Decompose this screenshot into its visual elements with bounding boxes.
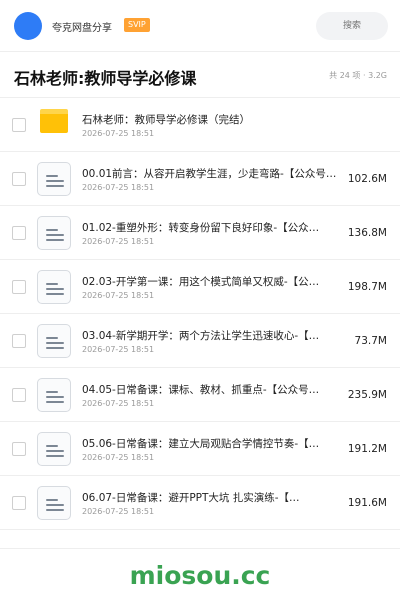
- item-date: 2026-07-25 18:51: [82, 291, 155, 300]
- item-name: 石林老师：教师导学必修课（完结）: [82, 114, 250, 126]
- item-name: 00.01前言：从容开启教学生涯，少走弯路-【公众号…: [82, 168, 337, 180]
- avatar[interactable]: [14, 12, 42, 40]
- watermark-logo: miosou.cc: [129, 561, 271, 590]
- item-date: 2026-07-25 18:51: [82, 183, 155, 192]
- select-checkbox[interactable]: [12, 388, 26, 402]
- item-name: 05.06-日常备课：建立大局观贴合学情控节奏-【…: [82, 438, 320, 450]
- document-icon: [37, 270, 71, 304]
- item-size: 235.9M: [347, 389, 387, 401]
- select-checkbox[interactable]: [12, 280, 26, 294]
- item-date: 2026-07-25 18:51: [82, 507, 155, 516]
- page-title: 石林老师:教师导学必修课: [14, 69, 197, 88]
- item-name: 06.07-日常备课：避开PPT大坑 扎实演练-【…: [82, 492, 300, 504]
- item-date: 2026-07-25 18:51: [82, 237, 155, 246]
- item-size: 198.7M: [347, 281, 387, 293]
- item-size: 73.7M: [354, 335, 387, 347]
- select-checkbox[interactable]: [12, 226, 26, 240]
- list-item[interactable]: 01.02-重塑外形：转变身份留下良好印象-【公众… 2026-07-25 18…: [0, 206, 400, 260]
- select-checkbox[interactable]: [12, 118, 26, 132]
- footer: miosou.cc: [0, 548, 400, 600]
- item-date: 2026-07-25 18:51: [82, 129, 155, 138]
- document-icon: [37, 216, 71, 250]
- item-name: 04.05-日常备课：课标、教材、抓重点-【公众号…: [82, 384, 320, 396]
- item-size: 191.6M: [347, 497, 387, 509]
- item-size: 136.8M: [347, 227, 387, 239]
- item-date: 2026-07-25 18:51: [82, 399, 155, 408]
- top-header: 夸克网盘分享 SVIP: [0, 0, 400, 52]
- select-checkbox[interactable]: [12, 496, 26, 510]
- document-icon: [37, 432, 71, 466]
- item-size: 191.2M: [347, 443, 387, 455]
- item-size: 102.6M: [347, 173, 387, 185]
- list-item[interactable]: 石林老师：教师导学必修课（完结） 2026-07-25 18:51: [0, 98, 400, 152]
- list-item[interactable]: 03.04-新学期开学：两个方法让学生迅速收心-【… 2026-07-25 18…: [0, 314, 400, 368]
- search-input[interactable]: [316, 12, 388, 40]
- list-item[interactable]: 04.05-日常备课：课标、教材、抓重点-【公众号… 2026-07-25 18…: [0, 368, 400, 422]
- item-date: 2026-07-25 18:51: [82, 453, 155, 462]
- list-item[interactable]: 06.07-日常备课：避开PPT大坑 扎实演练-【… 2026-07-25 18…: [0, 476, 400, 530]
- document-icon: [37, 486, 71, 520]
- item-summary: 共 24 项 · 3.2G: [329, 71, 387, 80]
- list-item[interactable]: 05.06-日常备课：建立大局观贴合学情控节奏-【… 2026-07-25 18…: [0, 422, 400, 476]
- folder-icon: [40, 109, 68, 133]
- list-item[interactable]: 02.03-开学第一课：用这个模式简单又权威-【公… 2026-07-25 18…: [0, 260, 400, 314]
- select-checkbox[interactable]: [12, 334, 26, 348]
- document-icon: [37, 162, 71, 196]
- item-name: 03.04-新学期开学：两个方法让学生迅速收心-【…: [82, 330, 320, 342]
- username: 夸克网盘分享: [52, 23, 112, 34]
- file-list: 石林老师：教师导学必修课（完结） 2026-07-25 18:51 00.01前…: [0, 98, 400, 530]
- document-icon: [37, 378, 71, 412]
- item-name: 01.02-重塑外形：转变身份留下良好印象-【公众…: [82, 222, 320, 234]
- title-bar: 石林老师:教师导学必修课 共 24 项 · 3.2G: [0, 52, 400, 98]
- item-date: 2026-07-25 18:51: [82, 345, 155, 354]
- select-checkbox[interactable]: [12, 442, 26, 456]
- svip-badge: SVIP: [124, 18, 150, 32]
- item-name: 02.03-开学第一课：用这个模式简单又权威-【公…: [82, 276, 320, 288]
- select-checkbox[interactable]: [12, 172, 26, 186]
- list-item[interactable]: 00.01前言：从容开启教学生涯，少走弯路-【公众号… 2026-07-25 1…: [0, 152, 400, 206]
- document-icon: [37, 324, 71, 358]
